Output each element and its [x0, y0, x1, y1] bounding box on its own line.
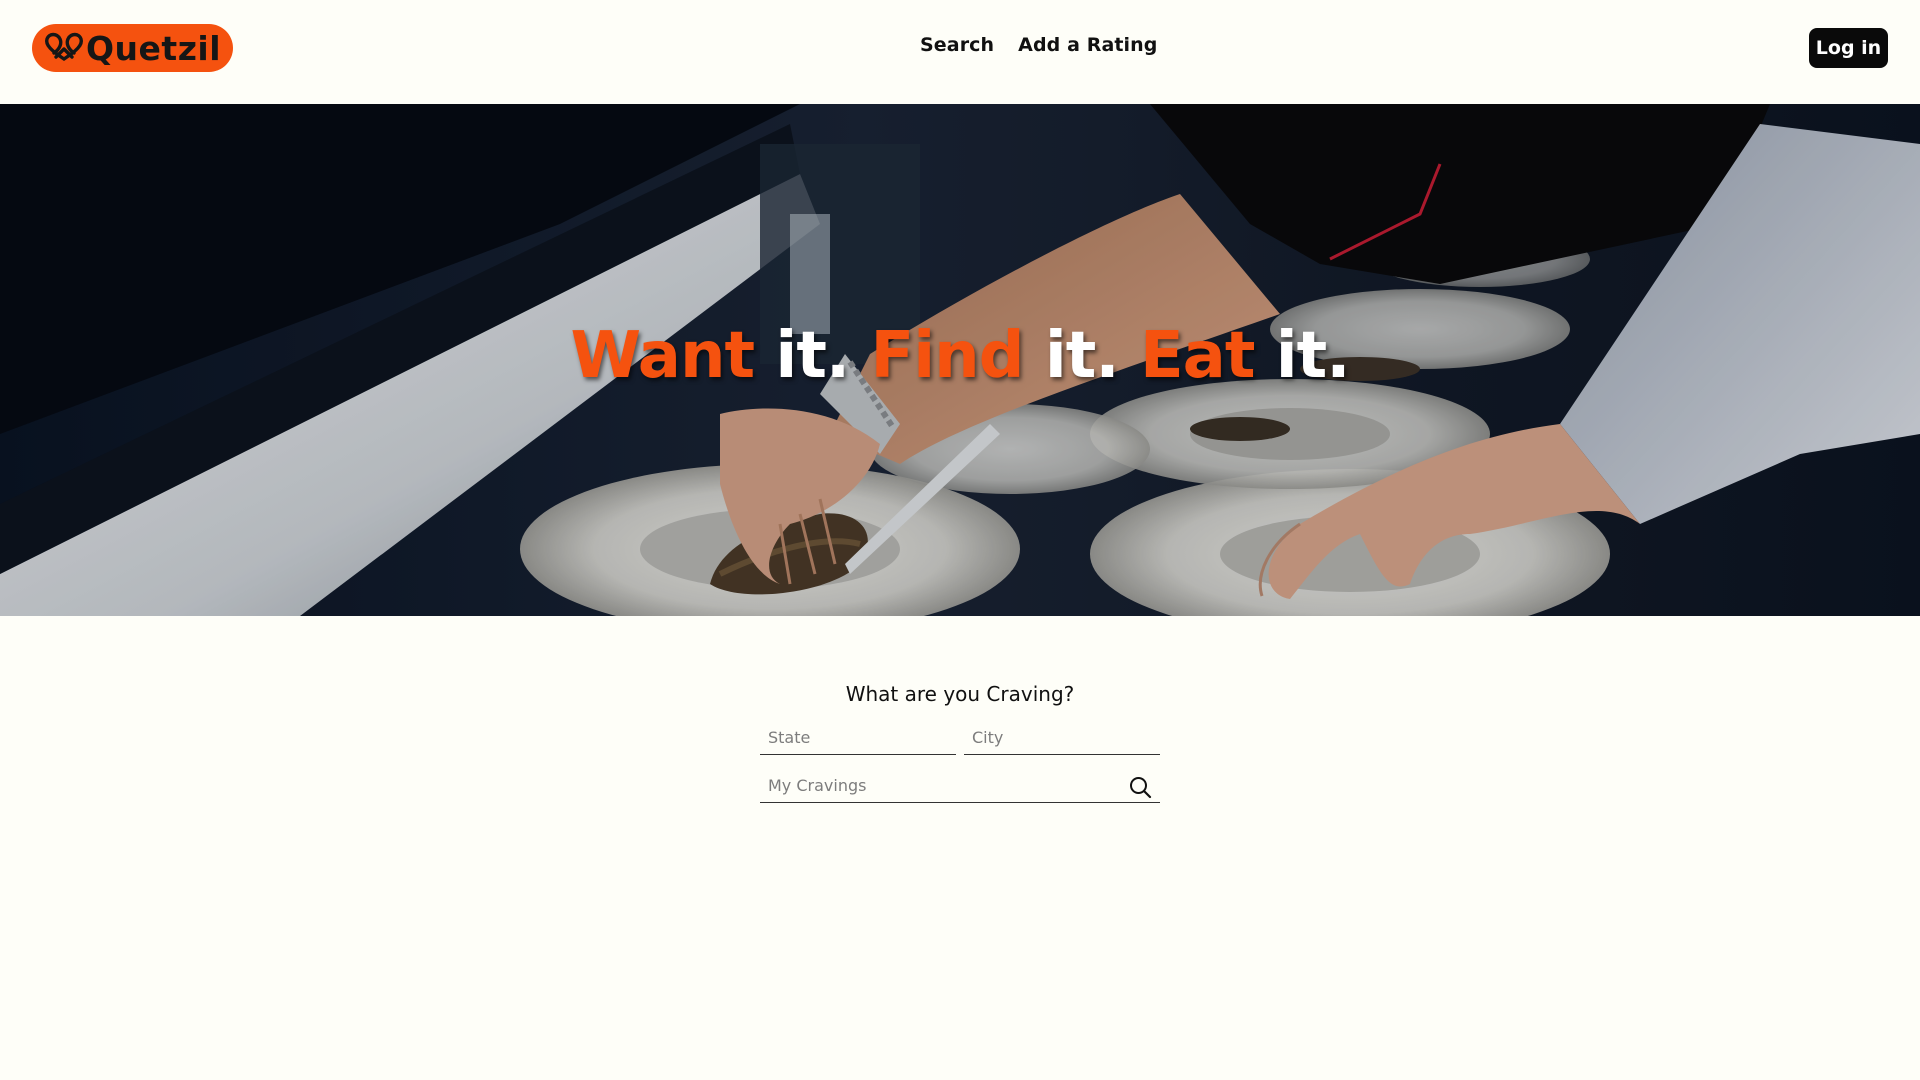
state-field: [760, 721, 956, 755]
main-nav: Search Add a Rating: [920, 34, 1158, 56]
site-header: Quetzil Search Add a Rating Log in: [0, 0, 1920, 104]
city-input[interactable]: [964, 721, 1160, 754]
tagline-word-find: Find: [870, 319, 1025, 393]
tagline-word-eat: Eat: [1139, 319, 1255, 393]
login-button[interactable]: Log in: [1809, 28, 1888, 68]
search-heading: What are you Craving?: [845, 681, 1075, 706]
city-field: [964, 721, 1160, 755]
state-input[interactable]: [760, 721, 956, 754]
tagline-it-3: it.: [1254, 319, 1351, 393]
nav-add-rating-link[interactable]: Add a Rating: [1018, 34, 1157, 56]
tagline-it-2: it.: [1023, 319, 1140, 393]
hero-tagline: Want it. Find it. Eat it.: [0, 324, 1920, 388]
pretzel-icon: [44, 32, 84, 61]
cravings-field: [760, 769, 1160, 803]
brand-name: Quetzil: [86, 28, 222, 68]
nav-search-link[interactable]: Search: [920, 34, 994, 56]
cravings-input[interactable]: [760, 769, 1160, 802]
tagline-it-1: it.: [754, 319, 871, 393]
hero-banner: Want it. Find it. Eat it.: [0, 104, 1920, 616]
tagline-word-want: Want: [570, 319, 755, 393]
brand-logo[interactable]: Quetzil: [32, 24, 233, 72]
search-icon[interactable]: [1128, 775, 1152, 799]
